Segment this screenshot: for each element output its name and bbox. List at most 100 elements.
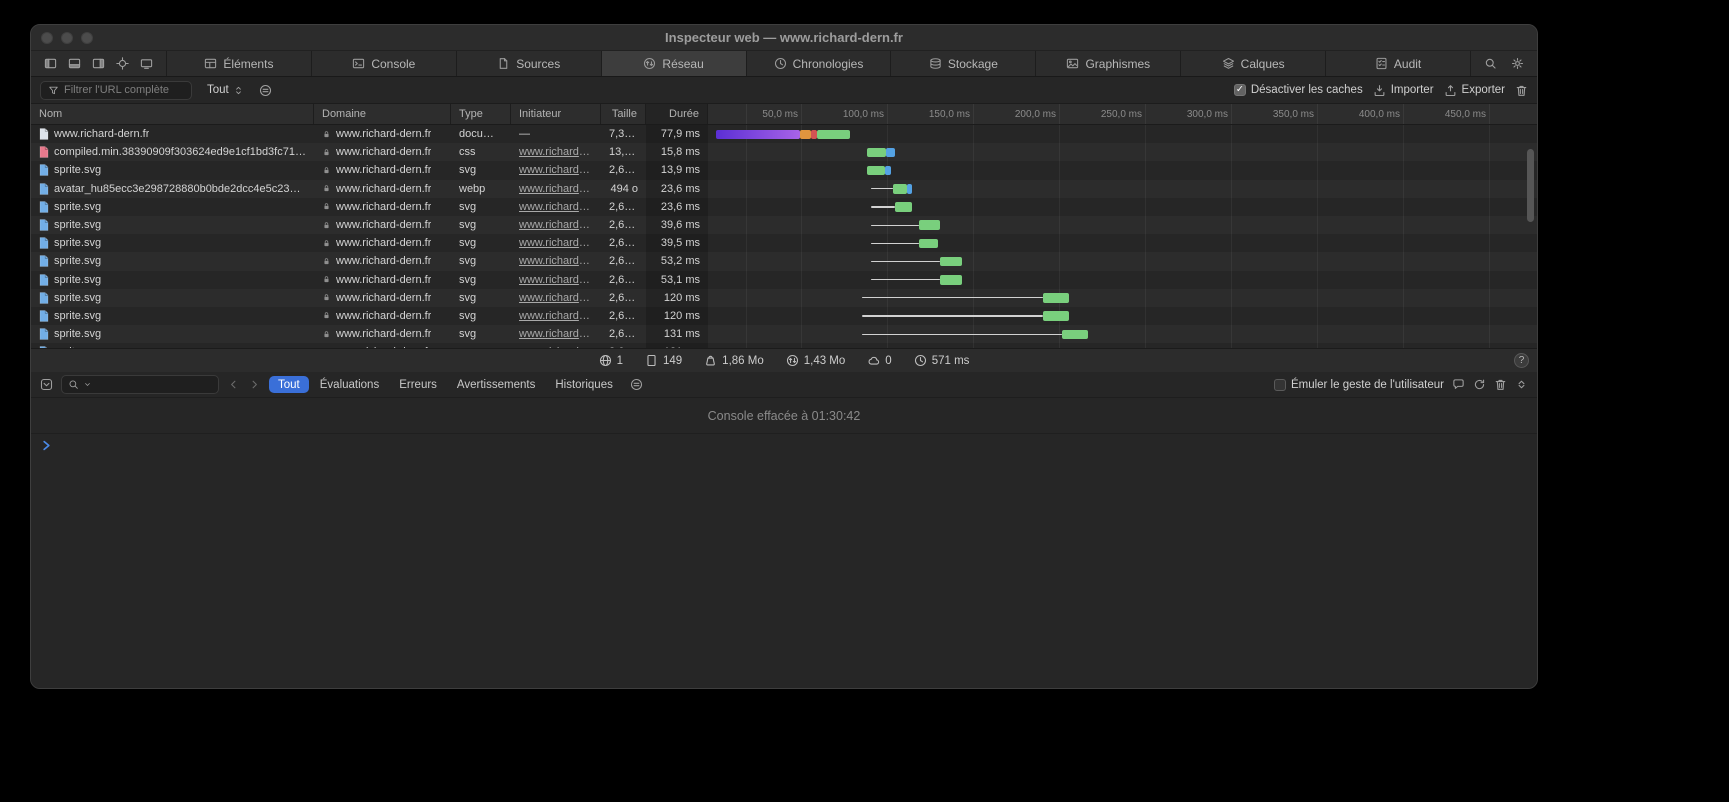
lock-icon — [322, 275, 331, 284]
table-row[interactable]: sprite.svgwww.richard-dern.frsvgwww.rich… — [31, 161, 1537, 179]
column-header-nom[interactable]: Nom — [31, 104, 314, 124]
tab-layers[interactable]: Calques — [1180, 51, 1325, 76]
minimize-window-button[interactable] — [61, 32, 73, 44]
console-tab-erreurs[interactable]: Erreurs — [390, 376, 446, 393]
column-header-taille[interactable]: Taille — [601, 104, 646, 124]
resource-size: 2,66 … — [609, 164, 638, 176]
initiator-link[interactable]: www.richard-d… — [519, 183, 593, 195]
status-value: 1 — [617, 355, 623, 367]
dock-bottom-icon[interactable] — [68, 57, 81, 70]
resource-domain: www.richard-dern.fr — [336, 310, 431, 322]
table-row[interactable]: sprite.svgwww.richard-dern.frsvgwww.rich… — [31, 307, 1537, 325]
device-mode-icon[interactable] — [140, 57, 153, 70]
initiator-link[interactable]: www.richard-d… — [519, 237, 593, 249]
tab-sources[interactable]: Sources — [456, 51, 601, 76]
waterfall-green-segment — [817, 130, 850, 140]
column-header-domaine[interactable]: Domaine — [314, 104, 451, 124]
network-status-bar: 11491,86 Mo1,43 Mo0571 ms ? — [31, 348, 1537, 372]
initiator-link[interactable]: www.richard-d… — [519, 219, 593, 231]
console-tab-tout[interactable]: Tout — [269, 376, 309, 393]
history-forward-icon[interactable] — [248, 378, 261, 391]
console-prompt[interactable] — [31, 434, 1537, 688]
clear-console-icon[interactable] — [1473, 378, 1486, 391]
disable-caches-checkbox[interactable]: ✓ Désactiver les caches — [1234, 84, 1363, 96]
resource-name: sprite.svg — [54, 237, 101, 249]
console-messages-icon[interactable] — [1452, 378, 1465, 391]
initiator-link[interactable]: www.richard-d… — [519, 310, 593, 322]
close-window-button[interactable] — [41, 32, 53, 44]
help-button[interactable]: ? — [1514, 353, 1529, 368]
column-header-durée[interactable]: Durée — [646, 104, 708, 124]
dock-left-icon[interactable] — [44, 57, 57, 70]
console-tab-historiques[interactable]: Historiques — [546, 376, 622, 393]
resource-duration: 39,5 ms — [661, 237, 700, 249]
table-row[interactable]: sprite.svgwww.richard-dern.frsvgwww.rich… — [31, 216, 1537, 234]
vertical-scrollbar[interactable] — [1527, 149, 1534, 222]
initiator-link[interactable]: www.richard-d… — [519, 292, 593, 304]
column-header-type[interactable]: Type — [451, 104, 511, 124]
table-row[interactable]: compiled.min.38390909f303624ed9e1cf1bd3f… — [31, 143, 1537, 161]
console-trash-icon[interactable] — [1494, 378, 1507, 391]
waterfall-latency-line — [871, 243, 919, 244]
dock-right-icon[interactable] — [92, 57, 105, 70]
resource-type-dropdown[interactable]: Tout — [202, 83, 249, 97]
clear-network-trash-icon[interactable] — [1515, 84, 1528, 97]
initiator-none: — — [519, 128, 530, 140]
lock-icon — [322, 184, 331, 193]
tab-network[interactable]: Réseau — [601, 51, 746, 76]
tab-label: Chronologies — [793, 57, 864, 71]
console-tab-évaluations[interactable]: Évaluations — [311, 376, 388, 393]
console-tab-avertissements[interactable]: Avertissements — [448, 376, 544, 393]
resource-type: svg — [459, 201, 476, 213]
table-row[interactable]: sprite.svgwww.richard-dern.frsvgwww.rich… — [31, 289, 1537, 307]
tab-label: Stockage — [948, 57, 998, 71]
import-button[interactable]: Importer — [1373, 84, 1434, 97]
table-body: www.richard-dern.frwww.richard-dern.frdo… — [31, 125, 1537, 348]
lock-icon — [322, 293, 331, 302]
tab-graphics[interactable]: Graphismes — [1035, 51, 1180, 76]
waterfall-green-segment — [867, 148, 886, 158]
table-row[interactable]: sprite.svgwww.richard-dern.frsvgwww.rich… — [31, 325, 1537, 343]
export-button[interactable]: Exporter — [1444, 84, 1505, 97]
table-row[interactable]: www.richard-dern.frwww.richard-dern.frdo… — [31, 125, 1537, 143]
tab-console[interactable]: Console — [311, 51, 456, 76]
waterfall-latency-line — [862, 334, 1062, 335]
url-filter-input[interactable]: Filtrer l'URL complète — [40, 81, 192, 100]
filter-options-icon[interactable] — [259, 84, 272, 97]
element-picker-icon[interactable] — [116, 57, 129, 70]
table-row[interactable]: sprite.svgwww.richard-dern.frsvgwww.rich… — [31, 252, 1537, 270]
history-back-icon[interactable] — [227, 378, 240, 391]
resource-type-value: Tout — [207, 84, 229, 96]
initiator-link[interactable]: www.richard-d… — [519, 255, 593, 267]
resource-type: document — [459, 128, 503, 140]
initiator-link[interactable]: www.richard-d… — [519, 164, 593, 176]
waterfall-green-segment — [919, 220, 940, 230]
expand-console-icon[interactable] — [1515, 378, 1528, 391]
status-value: 1,43 Mo — [804, 355, 846, 367]
tab-storage[interactable]: Stockage — [890, 51, 1035, 76]
settings-gear-icon[interactable] — [1511, 57, 1524, 70]
console-search-input[interactable] — [61, 375, 219, 394]
search-icon[interactable] — [1484, 57, 1497, 70]
emulate-user-gesture-checkbox[interactable]: Émuler le geste de l'utilisateur — [1274, 379, 1444, 391]
initiator-link[interactable]: www.richard-d… — [519, 274, 593, 286]
initiator-link[interactable]: www.richard-d… — [519, 146, 593, 158]
zoom-window-button[interactable] — [81, 32, 93, 44]
waterfall-latency-line — [871, 279, 940, 280]
table-row[interactable]: avatar_hu85ecc3e298728880b0bde2dcc4e5c23… — [31, 180, 1537, 198]
export-icon — [1444, 84, 1457, 97]
console-filter-icon[interactable] — [40, 378, 53, 391]
initiator-link[interactable]: www.richard-d… — [519, 201, 593, 213]
tab-audit[interactable]: Audit — [1325, 51, 1470, 76]
initiator-link[interactable]: www.richard-d… — [519, 328, 593, 340]
column-header-initiateur[interactable]: Initiateur — [511, 104, 601, 124]
status-items: 11491,86 Mo1,43 Mo0571 ms — [599, 354, 970, 367]
tab-timelines[interactable]: Chronologies — [746, 51, 891, 76]
tab-elements[interactable]: Éléments — [166, 51, 311, 76]
table-row[interactable]: sprite.svgwww.richard-dern.frsvgwww.rich… — [31, 198, 1537, 216]
table-row[interactable]: sprite.svgwww.richard-dern.frsvgwww.rich… — [31, 234, 1537, 252]
table-row[interactable]: sprite.svgwww.richard-dern.frsvgwww.rich… — [31, 271, 1537, 289]
console-options-icon[interactable] — [630, 378, 643, 391]
export-label: Exporter — [1462, 84, 1505, 96]
waterfall-blue-segment — [886, 148, 895, 158]
